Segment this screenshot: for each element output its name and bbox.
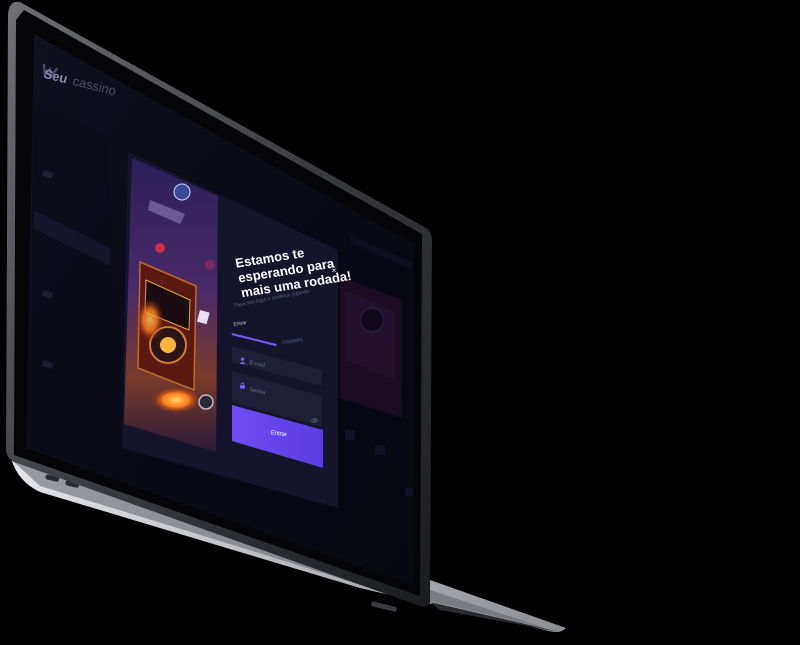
laptop-frame (6, 1, 566, 633)
lock-icon (239, 382, 246, 389)
user-icon (239, 357, 246, 364)
eye-icon[interactable] (311, 417, 318, 424)
